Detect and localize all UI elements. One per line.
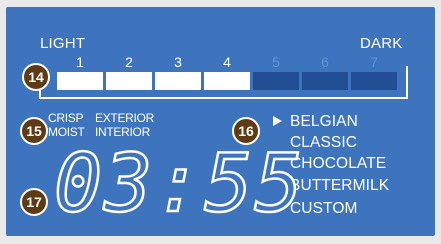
- shade-bar-1: [57, 72, 103, 90]
- shade-number-3: 3: [174, 54, 182, 70]
- callout-badge-15: 15: [20, 117, 48, 145]
- shade-bar-5: [253, 72, 299, 90]
- shade-number-6: 6: [321, 54, 329, 70]
- light-label: LIGHT: [40, 35, 86, 52]
- timer-display: 03:55: [53, 137, 305, 230]
- shade-number-1: 1: [76, 54, 84, 70]
- shade-bar-3: [155, 72, 201, 90]
- shade-bar-6: [302, 72, 348, 90]
- shade-number-4: 4: [223, 54, 231, 70]
- callout-badge-17: 17: [20, 188, 48, 216]
- menu-item-buttermilk: BUTTERMILK: [290, 177, 390, 194]
- shade-bar-2: [106, 72, 152, 90]
- callout-badge-14: 14: [22, 63, 50, 91]
- exterior-label: EXTERIOR: [95, 111, 154, 125]
- crisp-label: CRISP: [48, 111, 84, 125]
- shade-bar-4: [204, 72, 250, 90]
- shade-number-7: 7: [370, 54, 378, 70]
- dark-label: DARK: [360, 35, 403, 52]
- shade-number-5: 5: [272, 54, 280, 70]
- menu-item-belgian: BELGIAN: [290, 113, 358, 130]
- shade-number-2: 2: [125, 54, 133, 70]
- shade-bar-7: [351, 72, 397, 90]
- selection-arrow-icon: [273, 116, 282, 126]
